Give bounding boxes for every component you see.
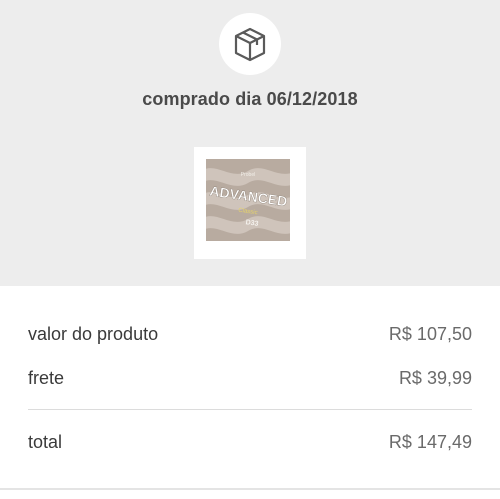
summary-divider bbox=[28, 409, 472, 410]
svg-text:Probel: Probel bbox=[241, 172, 255, 178]
product-thumbnail[interactable]: Probel ADVANCED Classic D33 bbox=[194, 147, 306, 259]
shipping-label: frete bbox=[28, 368, 65, 388]
package-box-icon bbox=[234, 27, 266, 62]
order-summary: valor do produto R$ 107,50 frete R$ 39,9… bbox=[0, 286, 500, 499]
total-row: total R$ 147,49 bbox=[28, 432, 472, 453]
purchase-date: comprado dia 06/12/2018 bbox=[142, 89, 358, 109]
product-value-row: valor do produto R$ 107,50 bbox=[28, 324, 472, 345]
product-value-amount: R$ 107,50 bbox=[388, 324, 472, 344]
total-label: total bbox=[28, 432, 63, 452]
package-icon-circle bbox=[219, 13, 281, 75]
product-image: Probel ADVANCED Classic D33 bbox=[206, 159, 290, 241]
shipping-row: frete R$ 39,99 bbox=[28, 368, 472, 389]
shipping-amount: R$ 39,99 bbox=[398, 368, 472, 388]
product-value-label: valor do produto bbox=[28, 324, 159, 344]
total-amount: R$ 147,49 bbox=[388, 432, 472, 452]
bottom-divider bbox=[0, 488, 500, 490]
order-header: comprado dia 06/12/2018 Probel ADVANCED … bbox=[0, 0, 500, 286]
